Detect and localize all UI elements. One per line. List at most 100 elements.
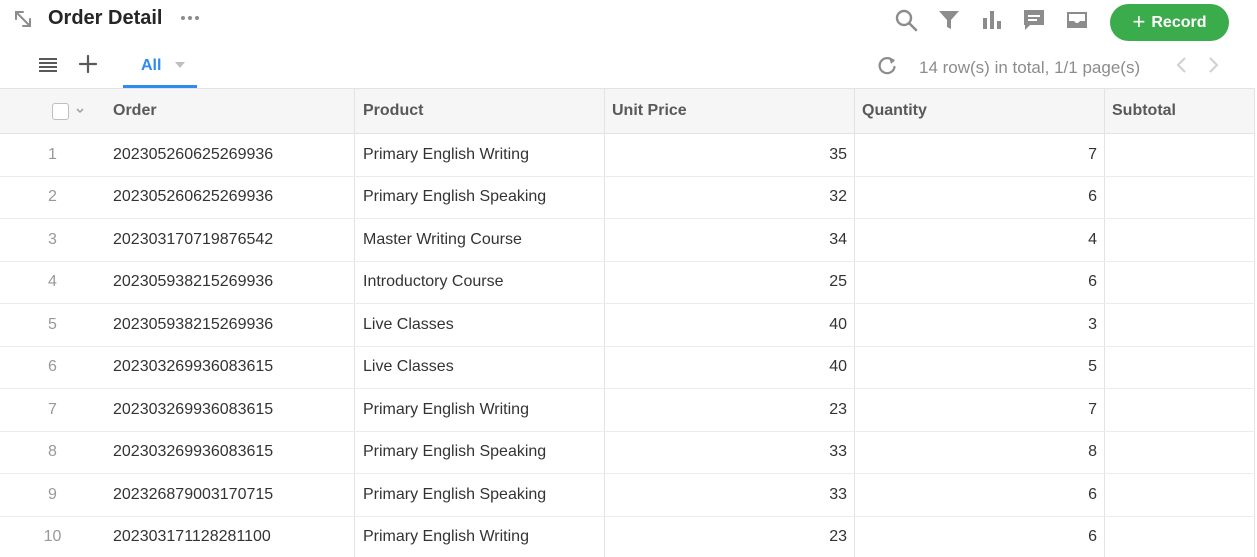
column-header-product[interactable]: Product — [355, 89, 605, 133]
menu-list-icon[interactable] — [37, 55, 59, 75]
order-cell[interactable]: 202303269936083615 — [105, 346, 355, 388]
product-cell[interactable]: Primary English Writing — [355, 134, 605, 176]
subtotal-cell[interactable] — [1105, 431, 1255, 473]
table-row[interactable]: 6 202303269936083615 Live Classes 40 5 — [0, 346, 1255, 389]
quantity-cell[interactable]: 7 — [855, 134, 1105, 176]
order-cell[interactable]: 202303171128281100 — [105, 516, 355, 557]
inbox-icon[interactable] — [1064, 7, 1090, 33]
column-header-order[interactable]: Order — [105, 89, 355, 133]
row-index[interactable]: 6 — [0, 347, 105, 389]
unit-price-cell[interactable]: 33 — [605, 431, 855, 473]
table-row[interactable]: 1 202305260625269936 Primary English Writi… — [0, 134, 1255, 177]
chevron-left-icon[interactable] — [1174, 55, 1190, 75]
column-header-subtotal[interactable]: Subtotal — [1105, 89, 1255, 133]
product-cell[interactable]: Live Classes — [355, 346, 605, 388]
row-index[interactable]: 1 — [0, 134, 105, 176]
unit-price-cell[interactable]: 32 — [605, 176, 855, 218]
quantity-cell[interactable]: 6 — [855, 474, 1105, 516]
quantity-cell[interactable]: 7 — [855, 389, 1105, 431]
more-icon[interactable] — [178, 8, 202, 28]
add-record-button[interactable]: + Record — [1110, 4, 1229, 41]
table-row[interactable]: 3 202303170719876542 Master Writing Course… — [0, 219, 1255, 262]
chevron-down-icon[interactable] — [174, 61, 186, 69]
order-cell[interactable]: 202303269936083615 — [105, 431, 355, 473]
unit-price-cell[interactable]: 40 — [605, 304, 855, 346]
row-index[interactable]: 3 — [0, 219, 105, 261]
row-index[interactable]: 4 — [0, 262, 105, 304]
table-row[interactable]: 10 202303171128281100 Primary English Writ… — [0, 516, 1255, 557]
subtotal-cell[interactable] — [1105, 389, 1255, 431]
unit-price-cell[interactable]: 23 — [605, 389, 855, 431]
subtotal-cell[interactable] — [1105, 304, 1255, 346]
filter-icon[interactable] — [936, 7, 962, 33]
row-index[interactable]: 10 — [0, 517, 105, 557]
pagination-info: 14 row(s) in total, 1/1 page(s) — [919, 58, 1141, 77]
order-cell[interactable]: 202305938215269936 — [105, 261, 355, 303]
quantity-cell[interactable]: 8 — [855, 431, 1105, 473]
unit-price-cell[interactable]: 35 — [605, 134, 855, 176]
select-all-checkbox[interactable] — [52, 102, 69, 120]
subtotal-cell[interactable] — [1105, 346, 1255, 388]
order-cell[interactable]: 202305260625269936 — [105, 176, 355, 218]
row-index[interactable]: 9 — [0, 474, 105, 516]
product-cell[interactable]: Primary English Speaking — [355, 431, 605, 473]
table-row[interactable]: 9 202326879003170715 Primary English Speak… — [0, 474, 1255, 517]
subtotal-cell[interactable] — [1105, 516, 1255, 557]
product-cell[interactable]: Primary English Writing — [355, 389, 605, 431]
search-icon[interactable] — [893, 7, 919, 33]
chart-icon[interactable] — [979, 7, 1005, 33]
row-index[interactable]: 5 — [0, 304, 105, 346]
quantity-cell[interactable]: 6 — [855, 516, 1105, 557]
table-row[interactable]: 8 202303269936083615 Primary English Speak… — [0, 431, 1255, 474]
order-cell[interactable]: 202326879003170715 — [105, 474, 355, 516]
row-index[interactable]: 7 — [0, 389, 105, 431]
subtotal-cell[interactable] — [1105, 261, 1255, 303]
view-toolbar: All 14 row(s) in total, 1/1 page(s) — [0, 42, 1257, 88]
order-cell[interactable]: 202305260625269936 — [105, 134, 355, 176]
unit-price-cell[interactable]: 40 — [605, 346, 855, 388]
table-row[interactable]: 5 202305938215269936 Live Classes 40 3 — [0, 304, 1255, 347]
subtotal-cell[interactable] — [1105, 176, 1255, 218]
order-cell[interactable]: 202303170719876542 — [105, 219, 355, 261]
add-view-icon[interactable] — [77, 53, 99, 75]
subtotal-cell[interactable] — [1105, 474, 1255, 516]
quantity-cell[interactable]: 6 — [855, 261, 1105, 303]
product-cell[interactable]: Primary English Speaking — [355, 176, 605, 218]
data-table: Order Product Unit Price Quantity Subtot… — [0, 88, 1255, 557]
tab-all[interactable]: All — [123, 42, 197, 88]
table-header: Order Product Unit Price Quantity Subtot… — [0, 89, 1255, 134]
product-cell[interactable]: Live Classes — [355, 304, 605, 346]
chevron-down-icon[interactable] — [75, 107, 85, 115]
refresh-icon[interactable] — [876, 55, 898, 77]
unit-price-cell[interactable]: 23 — [605, 516, 855, 557]
plus-icon: + — [1132, 8, 1146, 34]
order-cell[interactable]: 202303269936083615 — [105, 389, 355, 431]
chevron-right-icon[interactable] — [1205, 55, 1221, 75]
column-header-unit-price[interactable]: Unit Price — [605, 89, 855, 133]
unit-price-cell[interactable]: 34 — [605, 219, 855, 261]
table-row[interactable]: 4 202305938215269936 Introductory Course 25… — [0, 261, 1255, 304]
product-cell[interactable]: Master Writing Course — [355, 219, 605, 261]
quantity-cell[interactable]: 5 — [855, 346, 1105, 388]
order-cell[interactable]: 202305938215269936 — [105, 304, 355, 346]
quantity-cell[interactable]: 4 — [855, 219, 1105, 261]
column-header-quantity[interactable]: Quantity — [855, 89, 1105, 133]
row-index[interactable]: 8 — [0, 432, 105, 474]
quantity-cell[interactable]: 3 — [855, 304, 1105, 346]
subtotal-cell[interactable] — [1105, 219, 1255, 261]
top-bar: Order Detail + Record — [0, 0, 1257, 42]
unit-price-cell[interactable]: 25 — [605, 261, 855, 303]
comment-icon[interactable] — [1021, 7, 1047, 33]
product-cell[interactable]: Primary English Speaking — [355, 474, 605, 516]
table-row[interactable]: 2 202305260625269936 Primary English Speak… — [0, 176, 1255, 219]
tab-all-label: All — [141, 57, 162, 74]
product-cell[interactable]: Introductory Course — [355, 261, 605, 303]
unit-price-cell[interactable]: 33 — [605, 474, 855, 516]
product-cell[interactable]: Primary English Writing — [355, 516, 605, 557]
row-index[interactable]: 2 — [0, 177, 105, 219]
record-button-label: Record — [1151, 13, 1207, 31]
subtotal-cell[interactable] — [1105, 134, 1255, 176]
quantity-cell[interactable]: 6 — [855, 176, 1105, 218]
expand-icon[interactable] — [12, 8, 34, 30]
table-row[interactable]: 7 202303269936083615 Primary English Writi… — [0, 389, 1255, 432]
